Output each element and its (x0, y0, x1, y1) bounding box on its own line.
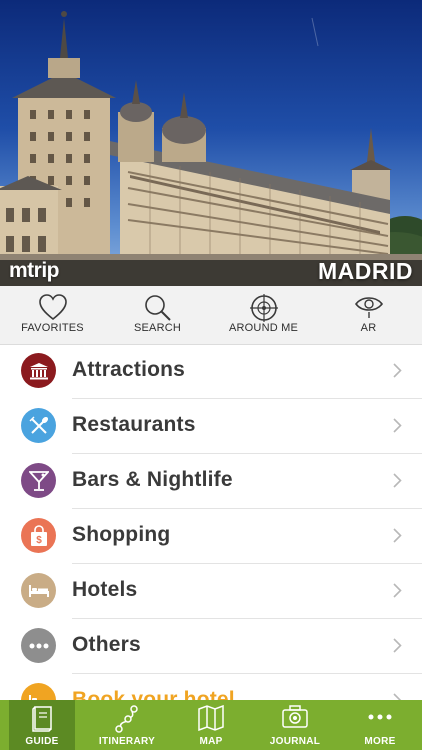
category-label: Book your hotel (72, 688, 235, 700)
category-restaurants[interactable]: Restaurants (0, 399, 422, 454)
chevron-right-icon (393, 418, 402, 433)
category-badge (21, 408, 56, 443)
more-dots-icon (368, 714, 392, 720)
around-me-label: AROUND ME (228, 322, 299, 334)
category-badge (21, 463, 56, 498)
shopping-bag-icon: $ (30, 524, 47, 546)
tab-label: JOURNAL (269, 736, 321, 747)
category-badge (21, 683, 56, 700)
category-shopping[interactable]: $ Shopping (0, 509, 422, 564)
category-label: Attractions (72, 358, 186, 381)
more-dots-icon (29, 643, 48, 648)
category-badge (21, 628, 56, 663)
heart-icon (38, 294, 67, 321)
book-your-hotel-link[interactable]: Book your hotel (0, 674, 422, 700)
fork-knife-icon (29, 416, 48, 434)
search-label: SEARCH (133, 322, 182, 334)
chevron-right-icon (393, 473, 402, 488)
route-icon (115, 705, 138, 733)
around-me-button[interactable]: AROUND ME (211, 286, 316, 344)
tab-journal[interactable]: JOURNAL (252, 700, 338, 750)
category-label: Restaurants (72, 413, 196, 436)
ar-label: AR (360, 322, 377, 334)
map-icon (198, 705, 224, 731)
category-bars-nightlife[interactable]: Bars & Nightlife (0, 454, 422, 509)
bottom-tab-bar: GUIDE ITINERARY MAP JOURNAL MORE (0, 700, 422, 750)
category-hotels[interactable]: Hotels (0, 564, 422, 619)
category-label: Others (72, 633, 141, 656)
hero-banner: mtrip MADRID (0, 0, 422, 286)
tab-guide[interactable]: GUIDE (9, 700, 75, 750)
chevron-right-icon (393, 363, 402, 378)
tab-map[interactable]: MAP (170, 700, 252, 750)
tab-label: GUIDE (25, 736, 59, 747)
search-icon (144, 295, 171, 321)
svg-text:$: $ (36, 535, 42, 546)
chevron-right-icon (393, 638, 402, 653)
category-others[interactable]: Others (0, 619, 422, 674)
monastery-photo (0, 11, 422, 286)
search-button[interactable]: SEARCH (105, 286, 210, 344)
category-badge (21, 573, 56, 608)
category-badge (21, 353, 56, 388)
tab-itinerary[interactable]: ITINERARY (84, 700, 170, 750)
tab-label: MORE (364, 736, 396, 747)
favorites-button[interactable]: FAVORITES (0, 286, 105, 344)
tab-label: ITINERARY (98, 736, 156, 747)
city-title: MADRID (318, 258, 413, 284)
eye-icon (354, 297, 383, 318)
chevron-right-icon (393, 693, 402, 700)
cocktail-icon (28, 470, 49, 491)
camera-icon (282, 705, 308, 728)
category-attractions[interactable]: Attractions (0, 344, 422, 399)
quick-actions-bar: FAVORITES SEARCH AROUND ME AR (0, 286, 422, 345)
tab-more[interactable]: MORE (338, 700, 422, 750)
chevron-right-icon (393, 528, 402, 543)
category-label: Shopping (72, 523, 171, 546)
category-label: Hotels (72, 578, 138, 601)
museum-icon (29, 362, 48, 379)
tab-label: MAP (199, 736, 223, 747)
target-icon (249, 294, 278, 322)
book-icon (32, 706, 52, 732)
category-list: Attractions Restaurants Bars & Nightlife… (0, 344, 422, 700)
ar-button[interactable]: AR (316, 286, 421, 344)
favorites-label: FAVORITES (21, 322, 84, 334)
brand-logo: mtrip (9, 259, 60, 282)
category-badge: $ (21, 518, 56, 553)
bed-icon (28, 584, 49, 597)
category-label: Bars & Nightlife (72, 468, 233, 491)
chevron-right-icon (393, 583, 402, 598)
